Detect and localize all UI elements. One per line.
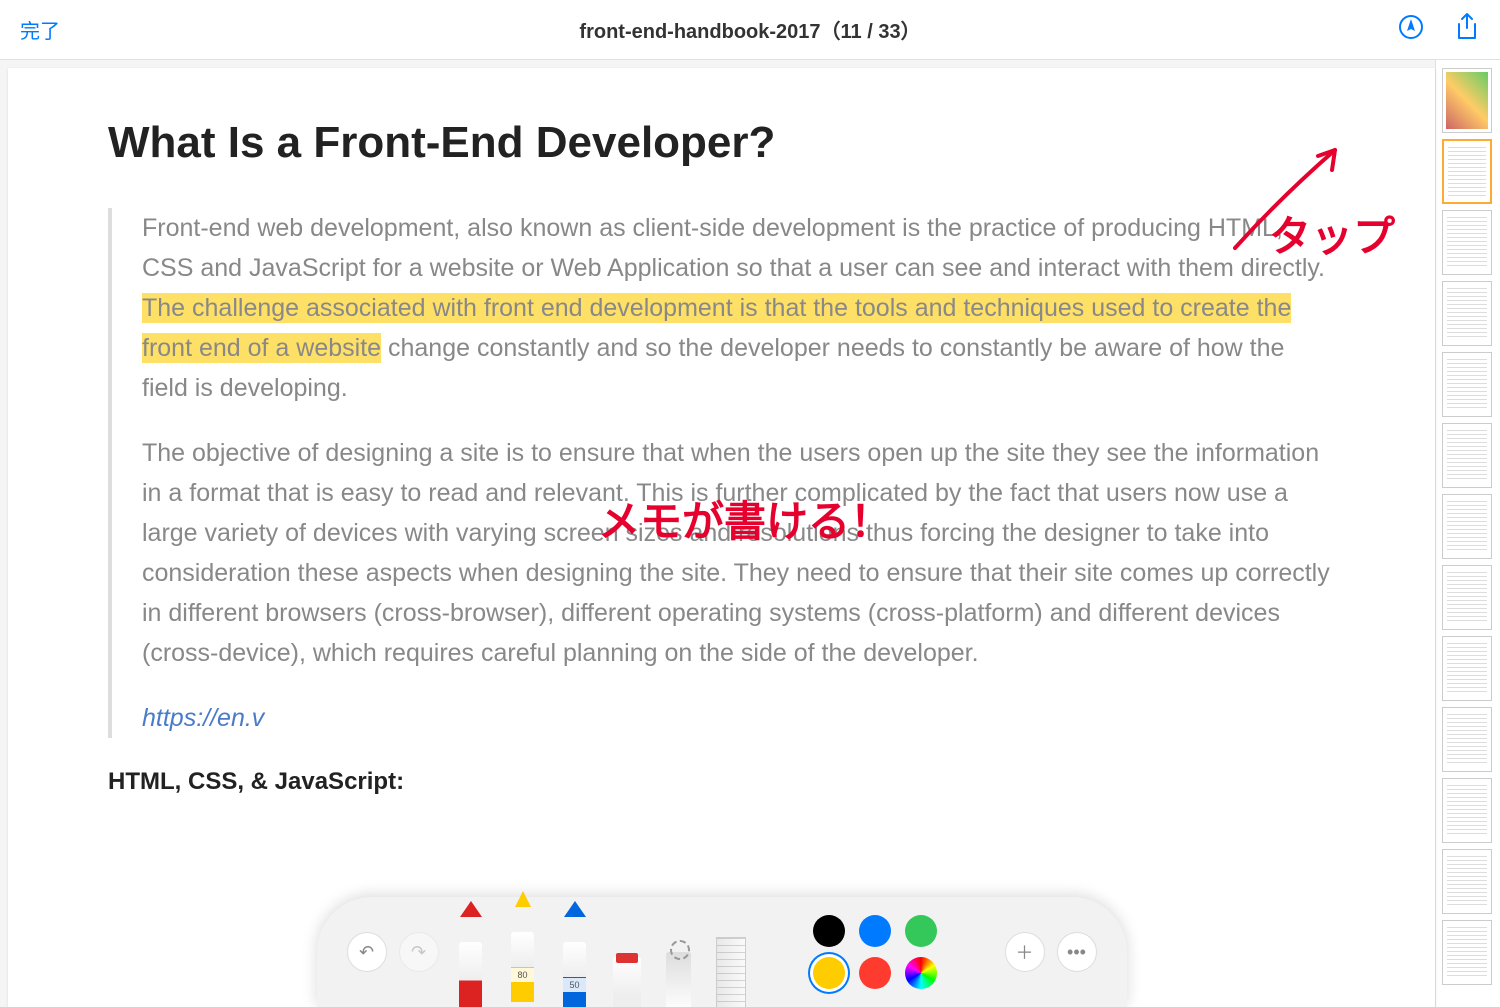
document-page[interactable]: What Is a Front-End Developer? Front-end… [8,68,1435,1007]
color-yellow[interactable] [813,957,845,989]
color-black[interactable] [813,915,845,947]
thumbnail-sidebar[interactable] [1435,60,1500,1007]
share-icon[interactable] [1454,12,1480,47]
thumbnail[interactable] [1442,494,1492,559]
source-link[interactable]: https://en.v [142,704,264,732]
thumbnail[interactable] [1442,281,1492,346]
thumbnail[interactable] [1442,920,1492,985]
thumbnail[interactable] [1442,210,1492,275]
markup-toggle-icon[interactable] [1398,14,1424,45]
thumbnail[interactable] [1442,352,1492,417]
done-button[interactable]: 完了 [20,15,60,44]
markup-toolbar: ↶ ↷ 80 50 [317,897,1127,1007]
subheading-cut: HTML, CSS, & JavaScript: [108,768,1335,796]
highlighter-tool[interactable]: 80 [503,907,543,1002]
lasso-tool[interactable] [659,917,699,1007]
redo-button[interactable]: ↷ [399,932,439,972]
top-toolbar: 完了 front-end-handbook-2017（11 / 33） [0,0,1500,60]
page-heading: What Is a Front-End Developer? [108,118,1335,168]
paragraph-2: The objective of designing a site is to … [142,433,1335,673]
thumbnail[interactable] [1442,423,1492,488]
color-green[interactable] [905,915,937,947]
blockquote: Front-end web development, also known as… [108,208,1335,738]
undo-button[interactable]: ↶ [347,932,387,972]
pencil-tool[interactable]: 50 [555,917,595,1007]
thumbnail[interactable] [1442,636,1492,701]
color-red[interactable] [859,957,891,989]
document-title: front-end-handbook-2017（11 / 33） [579,15,920,44]
color-blue[interactable] [859,915,891,947]
thumbnail[interactable] [1442,849,1492,914]
thumbnail[interactable] [1442,139,1492,204]
color-picker[interactable] [905,957,937,989]
thumbnail[interactable] [1442,707,1492,772]
pen-tool[interactable] [451,917,491,1007]
eraser-tool[interactable] [607,917,647,1007]
thumbnail[interactable] [1442,778,1492,843]
more-button[interactable]: ••• [1057,932,1097,972]
add-button[interactable]: ＋ [1005,932,1045,972]
paragraph-1: Front-end web development, also known as… [142,208,1335,408]
color-palette [813,915,941,989]
highlighter-size-label: 80 [511,968,534,982]
pencil-size-label: 50 [563,978,586,992]
thumbnail[interactable] [1442,68,1492,133]
thumbnail[interactable] [1442,565,1492,630]
ruler-tool[interactable] [711,917,751,1007]
